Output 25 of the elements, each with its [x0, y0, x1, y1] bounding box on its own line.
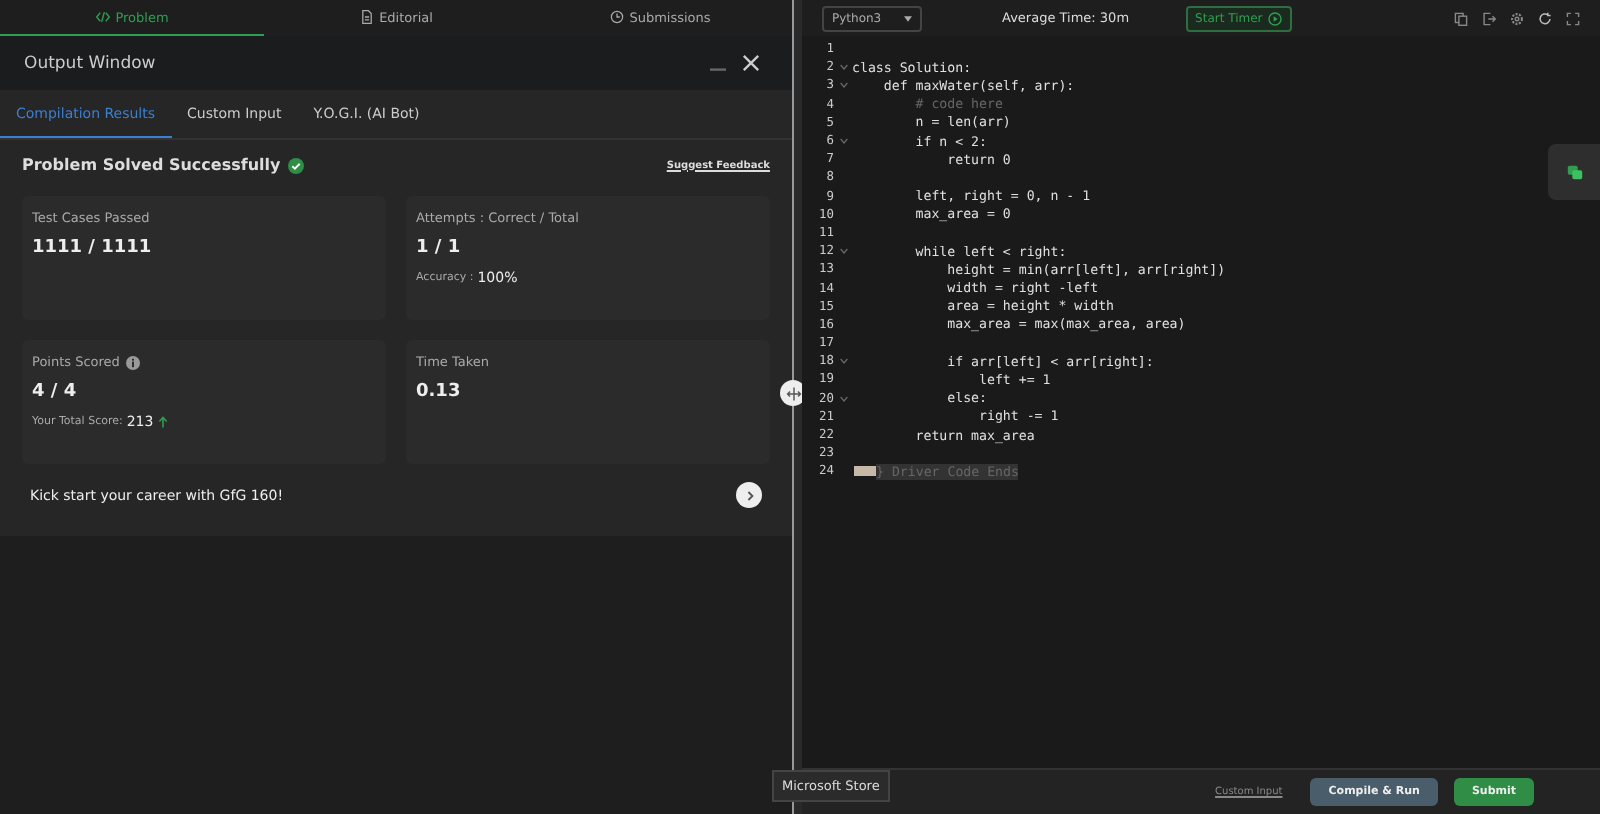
panel-title: Output Window	[24, 53, 156, 73]
stat-value: 0.13	[416, 382, 463, 402]
export-icon[interactable]	[1482, 11, 1496, 25]
caret-icon	[904, 15, 912, 21]
refresh-icon[interactable]	[1538, 11, 1552, 25]
code-icon	[95, 10, 110, 24]
stat-value: 1111 / 1111	[32, 238, 154, 258]
close-icon[interactable]	[742, 54, 760, 72]
play-icon	[1268, 11, 1283, 25]
stat-value: 1 / 1	[416, 238, 463, 258]
stat-value: 4 / 4	[32, 382, 79, 402]
document-icon	[359, 10, 374, 24]
fullscreen-icon[interactable]	[1566, 11, 1580, 25]
copy-icon[interactable]	[1454, 11, 1468, 25]
settings-icon[interactable]	[1510, 11, 1524, 25]
drag-arrows-icon	[785, 385, 801, 401]
minimize-icon[interactable]	[710, 67, 726, 71]
next-button[interactable]	[736, 482, 762, 508]
floating-chat-button[interactable]	[1548, 144, 1600, 200]
fold-marker[interactable]	[854, 466, 876, 477]
check-circle-icon	[288, 157, 305, 173]
status-message: Problem Solved Successfully	[22, 156, 281, 174]
clock-icon	[609, 10, 624, 24]
info-icon[interactable]	[125, 355, 140, 369]
chat-bubbles-icon	[1565, 163, 1583, 181]
